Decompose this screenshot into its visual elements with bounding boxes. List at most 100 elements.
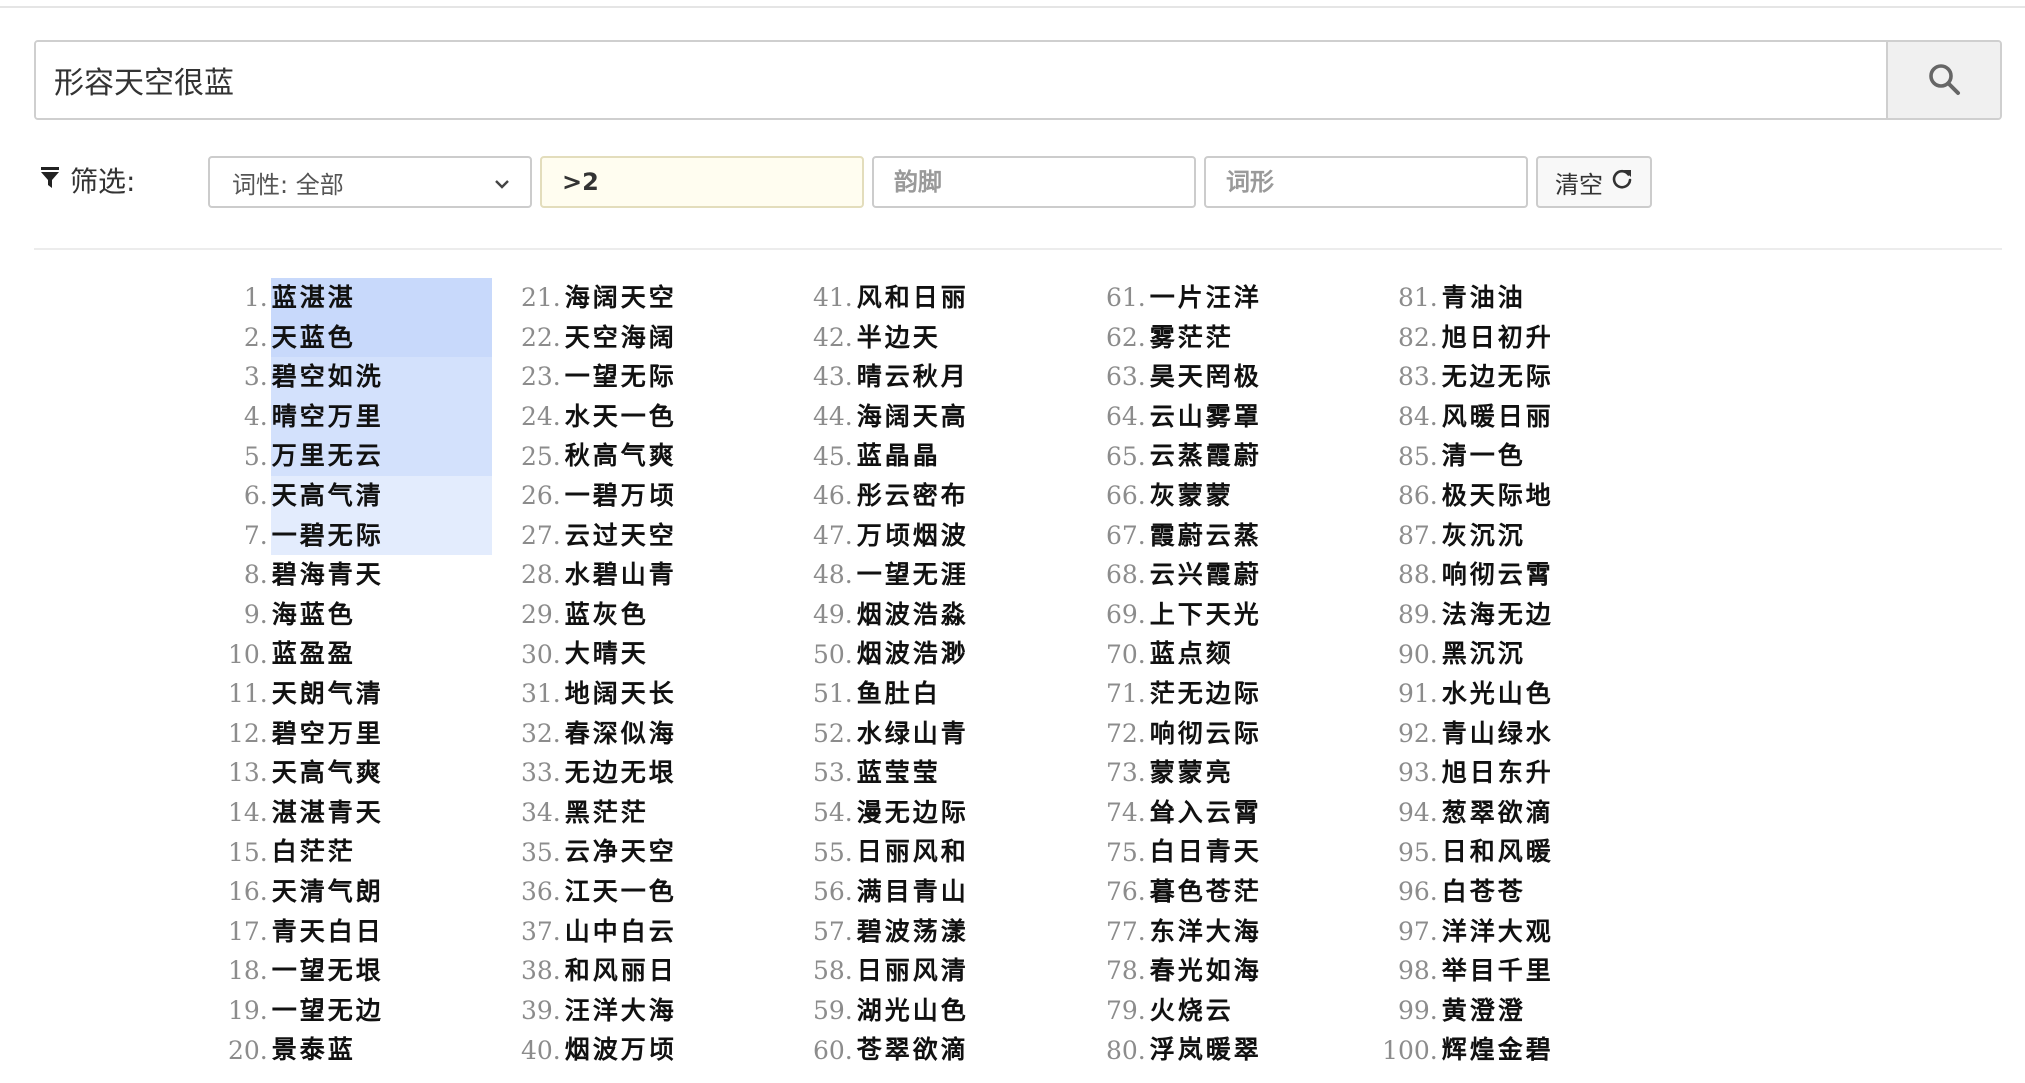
result-item[interactable]: 71. 茫无边际	[1078, 674, 1370, 714]
result-word[interactable]: 一片汪洋	[1149, 278, 1370, 318]
result-word[interactable]: 葱翠欲滴	[1441, 793, 1662, 833]
result-item[interactable]: 43. 晴云秋月	[785, 357, 1077, 397]
result-item[interactable]: 72. 响彻云际	[1078, 714, 1370, 754]
result-item[interactable]: 54. 漫无边际	[785, 793, 1077, 833]
result-word[interactable]: 天清气朗	[271, 872, 492, 912]
result-word[interactable]: 天高气爽	[271, 753, 492, 793]
result-word[interactable]: 烟波万顷	[564, 1030, 785, 1070]
search-input[interactable]	[36, 42, 1886, 118]
result-item[interactable]: 60. 苍翠欲滴	[785, 1030, 1077, 1070]
result-item[interactable]: 37. 山中白云	[493, 912, 785, 952]
result-word[interactable]: 天蓝色	[270, 317, 492, 358]
result-item[interactable]: 52. 水绿山青	[785, 714, 1077, 754]
result-word[interactable]: 一望无垠	[271, 951, 492, 991]
result-word[interactable]: 火烧云	[1149, 991, 1370, 1031]
result-word[interactable]: 彤云密布	[856, 476, 1077, 516]
result-item[interactable]: 67. 霞蔚云蒸	[1078, 516, 1370, 556]
result-word[interactable]: 湖光山色	[856, 991, 1077, 1031]
result-word[interactable]: 天朗气清	[271, 674, 492, 714]
result-item[interactable]: 2. 天蓝色	[200, 317, 492, 358]
result-word[interactable]: 极天际地	[1441, 476, 1662, 516]
result-word[interactable]: 一望无际	[564, 357, 785, 397]
result-item[interactable]: 85. 清一色	[1370, 436, 1662, 476]
result-word[interactable]: 辉煌金碧	[1441, 1030, 1662, 1070]
result-item[interactable]: 42. 半边天	[785, 318, 1077, 358]
result-item[interactable]: 95. 日和风暖	[1370, 832, 1662, 872]
result-item[interactable]: 45. 蓝晶晶	[785, 436, 1077, 476]
result-item[interactable]: 77. 东洋大海	[1078, 912, 1370, 952]
result-item[interactable]: 27. 云过天空	[493, 516, 785, 556]
result-item[interactable]: 87. 灰沉沉	[1370, 516, 1662, 556]
result-word[interactable]: 海阔天高	[856, 397, 1077, 437]
result-item[interactable]: 26. 一碧万顷	[493, 476, 785, 516]
result-word[interactable]: 水天一色	[564, 397, 785, 437]
result-item[interactable]: 15. 白茫茫	[200, 832, 492, 872]
result-item[interactable]: 35. 云净天空	[493, 832, 785, 872]
result-item[interactable]: 23. 一望无际	[493, 357, 785, 397]
result-word[interactable]: 云过天空	[564, 516, 785, 556]
result-item[interactable]: 44. 海阔天高	[785, 397, 1077, 437]
search-button[interactable]	[1886, 42, 2000, 118]
result-word[interactable]: 风和日丽	[856, 278, 1077, 318]
result-item[interactable]: 84. 风暖日丽	[1370, 397, 1662, 437]
result-item[interactable]: 98. 举目千里	[1370, 951, 1662, 991]
result-word[interactable]: 水光山色	[1441, 674, 1662, 714]
result-word[interactable]: 大晴天	[564, 634, 785, 674]
result-item[interactable]: 89. 法海无边	[1370, 595, 1662, 635]
result-item[interactable]: 78. 春光如海	[1078, 951, 1370, 991]
result-word[interactable]: 春光如海	[1149, 951, 1370, 991]
result-word[interactable]: 地阔天长	[564, 674, 785, 714]
result-item[interactable]: 76. 暮色苍茫	[1078, 872, 1370, 912]
result-word[interactable]: 万顷烟波	[856, 516, 1077, 556]
result-word[interactable]: 晴云秋月	[856, 357, 1077, 397]
result-word[interactable]: 云净天空	[564, 832, 785, 872]
result-item[interactable]: 53. 蓝莹莹	[785, 753, 1077, 793]
result-word[interactable]: 旭日东升	[1441, 753, 1662, 793]
result-word[interactable]: 一碧万顷	[564, 476, 785, 516]
result-word[interactable]: 江天一色	[564, 872, 785, 912]
result-word[interactable]: 白日青天	[1149, 832, 1370, 872]
result-item[interactable]: 49. 烟波浩淼	[785, 595, 1077, 635]
length-filter-input[interactable]	[540, 156, 864, 208]
result-word[interactable]: 天高气清	[270, 475, 492, 516]
result-word[interactable]: 天空海阔	[564, 318, 785, 358]
result-word[interactable]: 山中白云	[564, 912, 785, 952]
result-item[interactable]: 32. 春深似海	[493, 714, 785, 754]
result-word[interactable]: 青山绿水	[1441, 714, 1662, 754]
result-item[interactable]: 62. 雾茫茫	[1078, 318, 1370, 358]
result-word[interactable]: 一望无边	[271, 991, 492, 1031]
result-item[interactable]: 22. 天空海阔	[493, 318, 785, 358]
result-item[interactable]: 64. 云山雾罩	[1078, 397, 1370, 437]
result-word[interactable]: 蓝湛湛	[270, 278, 492, 318]
result-item[interactable]: 29. 蓝灰色	[493, 595, 785, 635]
result-item[interactable]: 74. 耸入云霄	[1078, 793, 1370, 833]
result-item[interactable]: 20. 景泰蓝	[200, 1030, 492, 1070]
result-word[interactable]: 黑茫茫	[564, 793, 785, 833]
result-word[interactable]: 海蓝色	[271, 595, 492, 635]
rhyme-filter-input[interactable]	[872, 156, 1196, 208]
result-word[interactable]: 日和风暖	[1441, 832, 1662, 872]
result-item[interactable]: 19. 一望无边	[200, 991, 492, 1031]
result-word[interactable]: 满目青山	[856, 872, 1077, 912]
result-item[interactable]: 83. 无边无际	[1370, 357, 1662, 397]
result-word[interactable]: 碧波荡漾	[856, 912, 1077, 952]
result-item[interactable]: 6. 天高气清	[200, 475, 492, 516]
result-word[interactable]: 清一色	[1441, 436, 1662, 476]
clear-button[interactable]: 清空	[1536, 156, 1652, 208]
result-word[interactable]: 蓝点颏	[1149, 634, 1370, 674]
result-item[interactable]: 17. 青天白日	[200, 912, 492, 952]
result-item[interactable]: 8. 碧海青天	[200, 555, 492, 595]
result-item[interactable]: 30. 大晴天	[493, 634, 785, 674]
result-item[interactable]: 13. 天高气爽	[200, 753, 492, 793]
result-word[interactable]: 汪洋大海	[564, 991, 785, 1031]
result-item[interactable]: 58. 日丽风清	[785, 951, 1077, 991]
result-item[interactable]: 11. 天朗气清	[200, 674, 492, 714]
result-word[interactable]: 响彻云际	[1149, 714, 1370, 754]
result-item[interactable]: 82. 旭日初升	[1370, 318, 1662, 358]
result-item[interactable]: 80. 浮岚暖翠	[1078, 1030, 1370, 1070]
result-word[interactable]: 黄澄澄	[1441, 991, 1662, 1031]
result-word[interactable]: 昊天罔极	[1149, 357, 1370, 397]
result-item[interactable]: 92. 青山绿水	[1370, 714, 1662, 754]
result-item[interactable]: 40. 烟波万顷	[493, 1030, 785, 1070]
result-item[interactable]: 73. 蒙蒙亮	[1078, 753, 1370, 793]
